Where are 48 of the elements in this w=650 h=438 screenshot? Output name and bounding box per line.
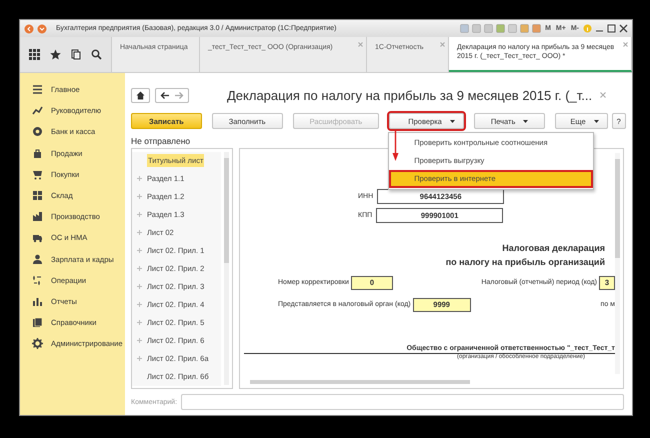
caret-icon <box>594 120 599 122</box>
forward-arrow-icon[interactable] <box>174 90 184 100</box>
form-heading: по налогу на прибыль организаций <box>444 256 605 269</box>
factory-icon <box>32 211 43 222</box>
plus-icon <box>137 302 142 308</box>
maximize-icon[interactable] <box>607 24 616 33</box>
menu-icon <box>32 84 43 96</box>
document-title: Декларация по налогу на прибыль за 9 месяцев 2015 г. (_т... <box>227 88 592 102</box>
operations-icon <box>32 274 43 286</box>
status-text: Не отправлено <box>131 135 190 148</box>
plus-icon <box>137 230 142 236</box>
settings-icon <box>32 338 43 350</box>
home-button[interactable] <box>131 88 150 102</box>
plus-icon <box>137 320 142 326</box>
apps-grid-icon[interactable] <box>28 49 40 60</box>
scrollbar[interactable] <box>250 380 470 384</box>
back-circle-icon[interactable] <box>24 24 34 34</box>
bag-icon <box>32 148 43 159</box>
person-icon <box>32 254 43 265</box>
close-icon[interactable] <box>619 24 628 33</box>
caret-icon <box>450 120 455 122</box>
blocks-icon <box>32 190 43 202</box>
plus-icon <box>137 338 142 344</box>
coin-icon <box>32 126 43 138</box>
plus-icon <box>137 176 142 182</box>
truck-icon <box>32 232 43 244</box>
plus-icon <box>137 212 142 218</box>
trend-line-icon <box>32 105 43 116</box>
plus-icon <box>137 266 142 272</box>
books-icon <box>32 317 43 328</box>
back-arrow-icon[interactable] <box>160 90 170 100</box>
cart-icon <box>32 168 43 180</box>
plus-icon <box>137 284 142 290</box>
info-icon[interactable] <box>583 24 592 33</box>
star-icon[interactable] <box>50 49 61 60</box>
scrollbar[interactable] <box>224 152 229 385</box>
bar-chart-icon <box>32 296 43 307</box>
search-icon[interactable] <box>91 49 102 60</box>
down-arrow-icon <box>392 131 400 161</box>
comment-field[interactable] <box>181 394 624 410</box>
form-heading: Налоговая декларация <box>501 242 605 255</box>
plus-icon <box>137 356 142 362</box>
plus-icon <box>137 194 142 200</box>
home-icon <box>136 90 145 100</box>
caret-icon <box>523 120 528 122</box>
scrollbar[interactable] <box>615 153 620 374</box>
menu-circle-icon[interactable] <box>37 24 47 34</box>
plus-icon <box>137 248 142 254</box>
